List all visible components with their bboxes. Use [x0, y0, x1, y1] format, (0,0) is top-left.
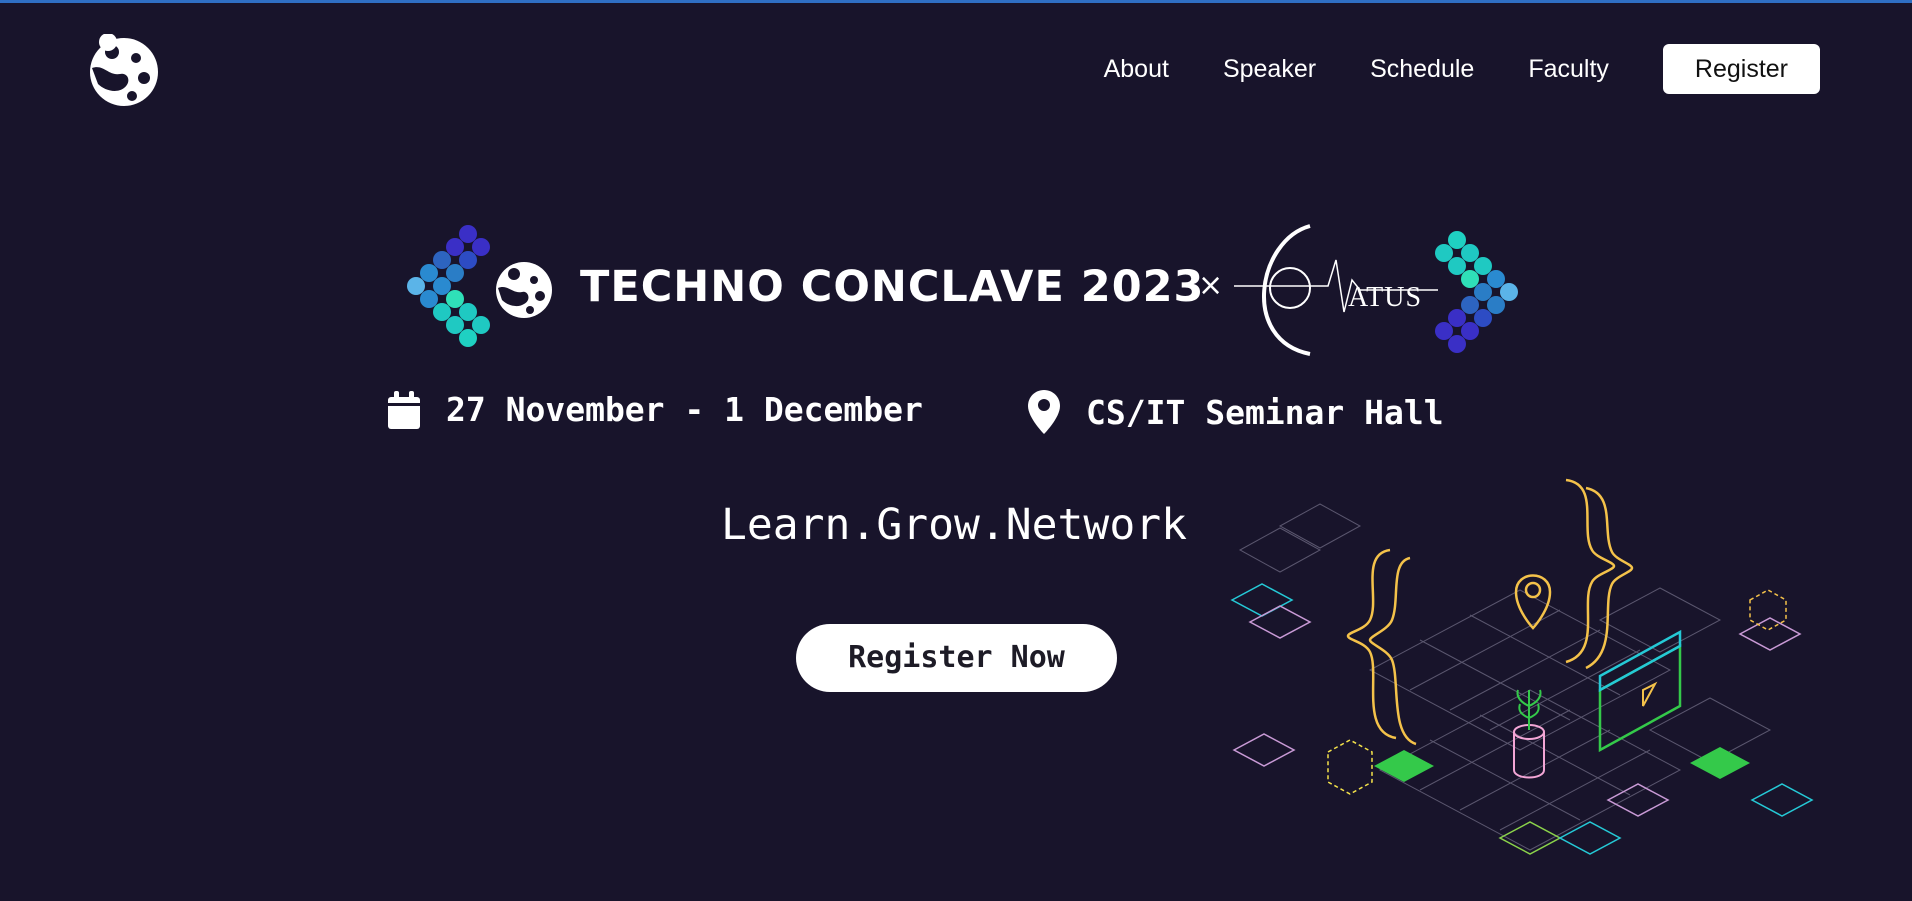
nav-about[interactable]: About [1104, 55, 1169, 84]
event-date-text: 27 November - 1 December [446, 390, 923, 429]
isometric-code-illustration [1230, 478, 1814, 855]
conclave-globe-icon [496, 262, 552, 318]
event-venue: CS/IT Seminar Hall [1028, 390, 1444, 434]
main-nav: About Speaker Schedule Faculty Register [1050, 44, 1820, 94]
iso-grid [1238, 503, 1772, 851]
location-pin-icon [1514, 574, 1552, 630]
right-curly-brace-icon [1565, 478, 1634, 670]
nav-speaker[interactable]: Speaker [1223, 55, 1316, 84]
map-pin-icon [1028, 390, 1060, 434]
left-chevron-dots-icon [407, 225, 490, 347]
register-now-button[interactable]: Register Now [796, 624, 1117, 692]
partner-name: ATUS [1348, 282, 1423, 313]
nav-schedule[interactable]: Schedule [1370, 55, 1474, 84]
collab-cross: × [1198, 268, 1224, 303]
top-accent-line [0, 0, 1912, 3]
calendar-icon [388, 390, 420, 429]
event-venue-text: CS/IT Seminar Hall [1086, 392, 1444, 432]
left-curly-brace-icon [1346, 548, 1417, 746]
iso-tiles [1230, 583, 1814, 855]
nav-faculty[interactable]: Faculty [1528, 55, 1609, 84]
register-button[interactable]: Register [1662, 44, 1820, 94]
right-chevron-dots-icon [1435, 231, 1518, 353]
event-date: 27 November - 1 December [388, 390, 923, 429]
tagline-text: Learn.Grow.Network [721, 500, 1187, 550]
event-title: TECHNO CONCLAVE 2023 [580, 262, 1205, 312]
site-logo[interactable] [86, 34, 162, 108]
